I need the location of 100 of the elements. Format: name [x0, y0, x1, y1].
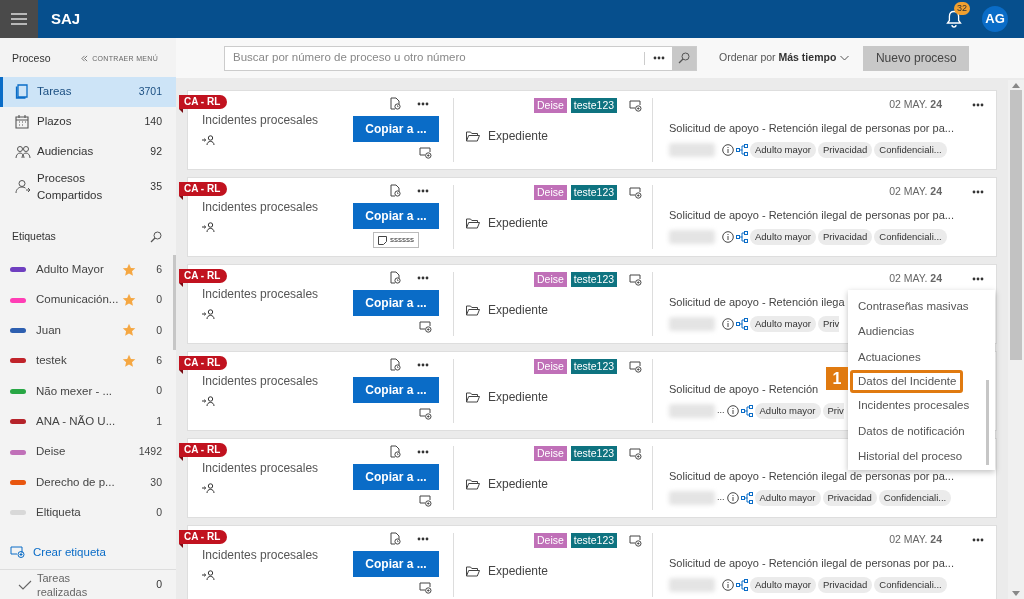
info-icon[interactable]	[722, 578, 734, 591]
tree-icon[interactable]	[736, 317, 748, 330]
done-tasks-label[interactable]: Tareas realizadas	[37, 570, 97, 599]
folder-link[interactable]: Expediente	[488, 475, 549, 493]
nav-item[interactable]: Procesos Compartidos 35	[0, 166, 176, 207]
add-note-icon[interactable]	[418, 408, 432, 420]
dots-icon	[972, 190, 984, 194]
note-tag[interactable]: ssssss	[373, 232, 419, 248]
calendar-icon	[15, 114, 29, 129]
label-tag: teste123	[570, 185, 618, 200]
sort-dropdown[interactable]: Ordenar por Más tiempo	[713, 49, 856, 67]
info-icon[interactable]	[722, 230, 734, 243]
menu-item[interactable]: Incidentes procesales	[848, 393, 976, 419]
assign-person-icon[interactable]	[202, 309, 215, 319]
add-note-icon[interactable]	[418, 495, 432, 507]
search-icon[interactable]	[678, 52, 690, 64]
tree-icon[interactable]	[736, 143, 748, 156]
note-icon	[378, 235, 387, 245]
label-name[interactable]: Não mexer - ...	[36, 382, 122, 400]
add-comment-icon[interactable]	[629, 273, 643, 286]
star-icon[interactable]	[122, 353, 136, 368]
user-avatar[interactable]: AG	[982, 6, 1008, 32]
add-note-icon[interactable]	[418, 147, 432, 159]
menu-item[interactable]: Datos del Incidente	[850, 370, 964, 394]
document-clock-icon[interactable]	[389, 97, 401, 110]
document-clock-icon[interactable]	[389, 532, 401, 545]
label-name[interactable]: Deise	[36, 443, 122, 461]
assign-person-icon[interactable]	[202, 222, 215, 232]
tree-icon[interactable]	[736, 578, 748, 591]
tree-icon[interactable]	[736, 230, 748, 243]
tree-icon[interactable]	[740, 404, 753, 417]
scrollbar-thumb[interactable]	[173, 254, 176, 350]
search-field[interactable]: Buscar por número de proceso u otro número	[225, 46, 644, 70]
label-name[interactable]: testek	[36, 352, 122, 370]
search-bar[interactable]: Buscar por número de proceso u otro número	[224, 45, 697, 71]
copy-button[interactable]: Copiar a ...	[353, 116, 439, 142]
add-comment-icon[interactable]	[629, 534, 643, 547]
scrollbar-thumb[interactable]	[1010, 90, 1022, 360]
menu-button[interactable]	[0, 0, 38, 38]
add-note-icon[interactable]	[418, 321, 432, 333]
nav-item[interactable]: Plazos 140	[0, 106, 176, 137]
copy-button[interactable]: Copiar a ...	[353, 551, 439, 577]
assign-person-icon[interactable]	[202, 570, 215, 580]
info-icon[interactable]	[722, 317, 734, 330]
folder-link[interactable]: Expediente	[488, 388, 549, 406]
info-icon[interactable]	[726, 404, 739, 417]
label-name[interactable]: Adulto Mayor	[36, 261, 122, 279]
process-type: Incidentes procesales	[202, 547, 319, 564]
menu-item[interactable]: Audiencias	[848, 319, 921, 345]
document-clock-icon[interactable]	[389, 184, 401, 197]
tree-icon[interactable]	[740, 491, 753, 504]
scroll-down-icon[interactable]	[1012, 591, 1020, 596]
label-name[interactable]: Eltiqueta	[36, 504, 122, 522]
star-icon[interactable]	[122, 293, 136, 308]
new-process-button[interactable]: Nuevo proceso	[863, 45, 970, 71]
scrollbar-thumb[interactable]	[986, 380, 989, 465]
folder-link[interactable]: Expediente	[488, 301, 549, 319]
copy-button[interactable]: Copiar a ...	[353, 203, 439, 229]
document-clock-icon[interactable]	[389, 358, 401, 371]
copy-button[interactable]: Copiar a ...	[353, 464, 439, 490]
folder-link[interactable]: Expediente	[488, 214, 549, 232]
assign-person-icon[interactable]	[202, 396, 215, 406]
date-text: 02 MAY. 24	[889, 271, 942, 287]
folder-link[interactable]: Expediente	[488, 562, 549, 580]
assign-person-icon[interactable]	[202, 483, 215, 493]
date-text: 02 MAY. 24	[889, 97, 942, 113]
assign-person-icon[interactable]	[202, 135, 215, 145]
star-icon[interactable]	[122, 262, 136, 277]
add-comment-icon[interactable]	[629, 99, 643, 112]
add-note-icon[interactable]	[418, 582, 432, 594]
scrollbar[interactable]	[1008, 80, 1024, 599]
label-name[interactable]: ANA - NÃO U...	[36, 413, 122, 431]
label-name[interactable]: Comunicación...	[36, 291, 122, 309]
label-name[interactable]: Juan	[36, 321, 122, 340]
star-icon[interactable]	[122, 323, 136, 338]
document-clock-icon[interactable]	[389, 445, 401, 458]
folder-link[interactable]: Expediente	[488, 127, 549, 145]
copy-button[interactable]: Copiar a ...	[353, 290, 439, 316]
person-share-icon	[15, 179, 31, 195]
label-tag: teste123	[570, 446, 618, 461]
add-comment-icon[interactable]	[629, 447, 643, 460]
info-icon[interactable]	[726, 491, 739, 504]
menu-item[interactable]: Historial del proceso	[848, 443, 969, 470]
info-icon[interactable]	[722, 143, 734, 156]
nav-item[interactable]: Audiencias 92	[0, 136, 176, 167]
label-name[interactable]: Derecho de p...	[36, 473, 122, 492]
copy-button[interactable]: Copiar a ...	[353, 377, 439, 403]
nav-item[interactable]: Tareas 3701	[0, 76, 176, 107]
document-clock-icon[interactable]	[389, 271, 401, 284]
scroll-up-icon[interactable]	[1012, 83, 1020, 88]
menu-item[interactable]: Datos de notificación	[848, 418, 971, 444]
add-comment-icon[interactable]	[629, 360, 643, 373]
search-icon[interactable]	[150, 230, 162, 243]
add-comment-icon[interactable]	[629, 186, 643, 199]
search-button[interactable]	[672, 46, 696, 70]
create-label-link[interactable]: Crear etiqueta	[33, 543, 106, 561]
menu-item[interactable]: Actuaciones	[848, 344, 927, 371]
menu-item[interactable]: Contraseñas masivas	[848, 294, 975, 320]
collapse-icon[interactable]	[81, 55, 89, 63]
bell-icon[interactable]	[946, 10, 962, 28]
